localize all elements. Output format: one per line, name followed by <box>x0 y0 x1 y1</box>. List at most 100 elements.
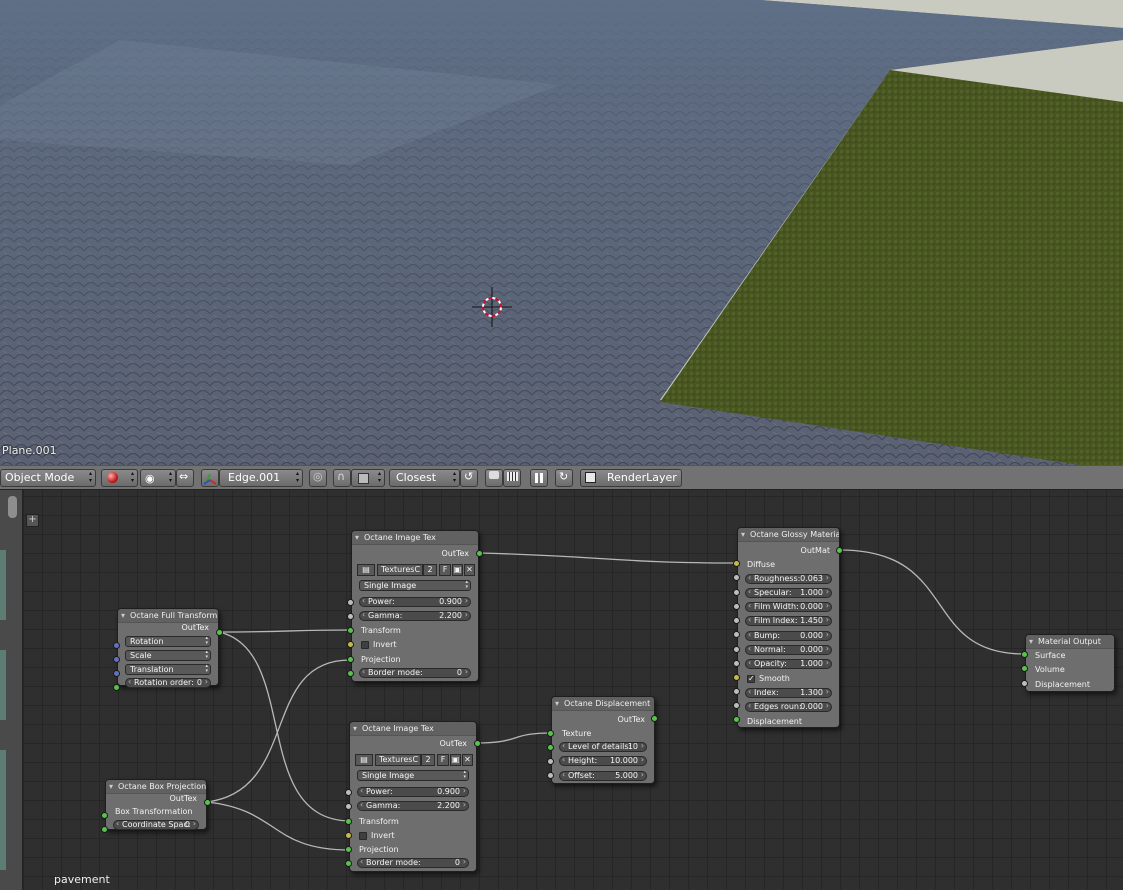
image-mode-dropdown[interactable]: Single Image <box>359 580 471 591</box>
open-folder-icon[interactable]: ▣ <box>450 754 461 766</box>
normal-field[interactable]: Normal:0.000 <box>745 645 832 655</box>
image-browse-icon[interactable]: ▤ <box>355 754 373 766</box>
socket-output[interactable] <box>204 799 211 806</box>
height-field[interactable]: Height:10.000 <box>559 756 647 766</box>
film-index-field[interactable]: Film Index:1.450 <box>745 616 832 626</box>
invert-checkbox[interactable] <box>361 641 369 649</box>
mode-selector[interactable]: Object Mode <box>0 469 96 487</box>
gamma-field[interactable]: Gamma:2.200 <box>359 611 471 621</box>
image-file-name[interactable]: TexturesC <box>377 564 423 576</box>
socket-input[interactable] <box>113 684 120 691</box>
transform-orientation-icon[interactable] <box>201 469 219 487</box>
index-field[interactable]: Index:1.300 <box>745 688 832 698</box>
border-mode-field[interactable]: Border mode:0 <box>357 858 469 868</box>
node-editor[interactable]: + Octane Full Transform OutTex Rotation … <box>0 490 1123 890</box>
socket-input[interactable] <box>1021 665 1028 672</box>
socket-input[interactable] <box>347 656 354 663</box>
open-folder-icon[interactable]: ▣ <box>452 564 463 576</box>
socket-input[interactable] <box>733 617 740 624</box>
render-opengl-icon[interactable] <box>485 469 503 487</box>
node-full-transform[interactable]: Octane Full Transform OutTex Rotation Sc… <box>117 608 219 688</box>
socket-input[interactable] <box>733 574 740 581</box>
opacity-field[interactable]: Opacity:1.000 <box>745 659 832 669</box>
power-field[interactable]: Power:0.900 <box>357 787 469 797</box>
socket-input[interactable] <box>345 789 352 796</box>
pivot-selector[interactable]: ◉ <box>140 469 176 487</box>
socket-input[interactable] <box>547 744 554 751</box>
socket-input[interactable] <box>1021 680 1028 687</box>
orientation-selector[interactable]: Edge.001 <box>219 469 303 487</box>
socket-input[interactable] <box>345 860 352 867</box>
socket-input[interactable] <box>347 627 354 634</box>
coordinate-space-field[interactable]: Coordinate Spac:0 <box>113 820 199 830</box>
snap-target-selector[interactable]: Closest <box>389 469 460 487</box>
socket-input[interactable] <box>347 613 354 620</box>
fake-user-button[interactable]: F <box>437 754 449 766</box>
invert-checkbox[interactable] <box>359 832 367 840</box>
image-browse-icon[interactable]: ▤ <box>357 564 375 576</box>
border-mode-field[interactable]: Border mode:0 <box>359 668 471 678</box>
image-file-selector[interactable]: ▤ TexturesC 2 F ▣ ✕ <box>355 754 473 767</box>
socket-input[interactable] <box>347 599 354 606</box>
refresh-icon[interactable]: ↻ <box>555 469 573 487</box>
socket-input[interactable] <box>347 641 354 648</box>
socket-output[interactable] <box>651 715 658 722</box>
socket-input[interactable] <box>345 832 352 839</box>
socket-input[interactable] <box>345 803 352 810</box>
socket-input[interactable] <box>733 589 740 596</box>
socket-input[interactable] <box>345 846 352 853</box>
rotation-order-field[interactable]: Rotation order:0 <box>125 678 211 688</box>
shading-selector[interactable] <box>101 469 138 487</box>
socket-output[interactable] <box>476 550 483 557</box>
power-field[interactable]: Power:0.900 <box>359 597 471 607</box>
socket-input[interactable] <box>1021 651 1028 658</box>
roughness-field[interactable]: Roughness:0.063 <box>745 574 832 584</box>
unlink-icon[interactable]: ✕ <box>462 754 473 766</box>
socket-input[interactable] <box>113 642 120 649</box>
level-of-details-field[interactable]: Level of details:10 <box>559 742 647 752</box>
socket-input[interactable] <box>547 758 554 765</box>
socket-input[interactable] <box>733 603 740 610</box>
socket-input[interactable] <box>101 826 108 833</box>
socket-input[interactable] <box>733 646 740 653</box>
film-width-field[interactable]: Film Width:0.000 <box>745 602 832 612</box>
socket-input[interactable] <box>345 818 352 825</box>
3d-viewport[interactable]: Plane.001 <box>0 0 1123 465</box>
manipulator-toggle-icon[interactable]: ⇔ <box>176 469 194 487</box>
socket-input[interactable] <box>733 560 740 567</box>
snap-element-selector[interactable] <box>351 469 385 487</box>
pause-icon[interactable] <box>530 469 548 487</box>
specular-field[interactable]: Specular:1.000 <box>745 588 832 598</box>
gamma-field[interactable]: Gamma:2.200 <box>357 801 469 811</box>
render-layer-selector[interactable]: RenderLayer <box>580 469 682 487</box>
node-box-projection[interactable]: Octane Box Projection OutTex Box Transfo… <box>105 779 207 830</box>
unlink-icon[interactable]: ✕ <box>464 564 475 576</box>
render-animation-icon[interactable] <box>503 469 521 487</box>
snap-magnet-icon[interactable]: ∩ <box>333 469 351 487</box>
translation-dropdown[interactable]: Translation <box>125 664 211 675</box>
socket-input[interactable] <box>733 702 740 709</box>
smooth-checkbox[interactable]: ✓ <box>747 675 755 683</box>
bump-field[interactable]: Bump:0.000 <box>745 631 832 641</box>
socket-input[interactable] <box>733 674 740 681</box>
socket-input[interactable] <box>547 772 554 779</box>
socket-input[interactable] <box>113 670 120 677</box>
align-rotation-icon[interactable]: ↺ <box>460 469 478 487</box>
fake-user-button[interactable]: F <box>439 564 451 576</box>
socket-output[interactable] <box>836 547 843 554</box>
socket-input[interactable] <box>113 656 120 663</box>
socket-input[interactable] <box>733 660 740 667</box>
socket-input[interactable] <box>547 730 554 737</box>
node-image-tex-2[interactable]: Octane Image Tex OutTex ▤ TexturesC 2 F … <box>349 721 477 872</box>
socket-input[interactable] <box>347 670 354 677</box>
image-file-selector[interactable]: ▤ TexturesC 2 F ▣ ✕ <box>357 564 475 577</box>
socket-input[interactable] <box>733 631 740 638</box>
scale-dropdown[interactable]: Scale <box>125 650 211 661</box>
socket-input[interactable] <box>733 688 740 695</box>
socket-input[interactable] <box>101 812 108 819</box>
offset-field[interactable]: Offset:5.000 <box>559 771 647 781</box>
node-glossy-material[interactable]: Octane Glossy Material OutMat Diffuse Ro… <box>737 527 840 728</box>
node-displacement[interactable]: Octane Displacement OutTex Texture Level… <box>551 696 655 784</box>
image-mode-dropdown[interactable]: Single Image <box>357 770 469 781</box>
proportional-edit-icon[interactable]: ◎ <box>309 469 327 487</box>
